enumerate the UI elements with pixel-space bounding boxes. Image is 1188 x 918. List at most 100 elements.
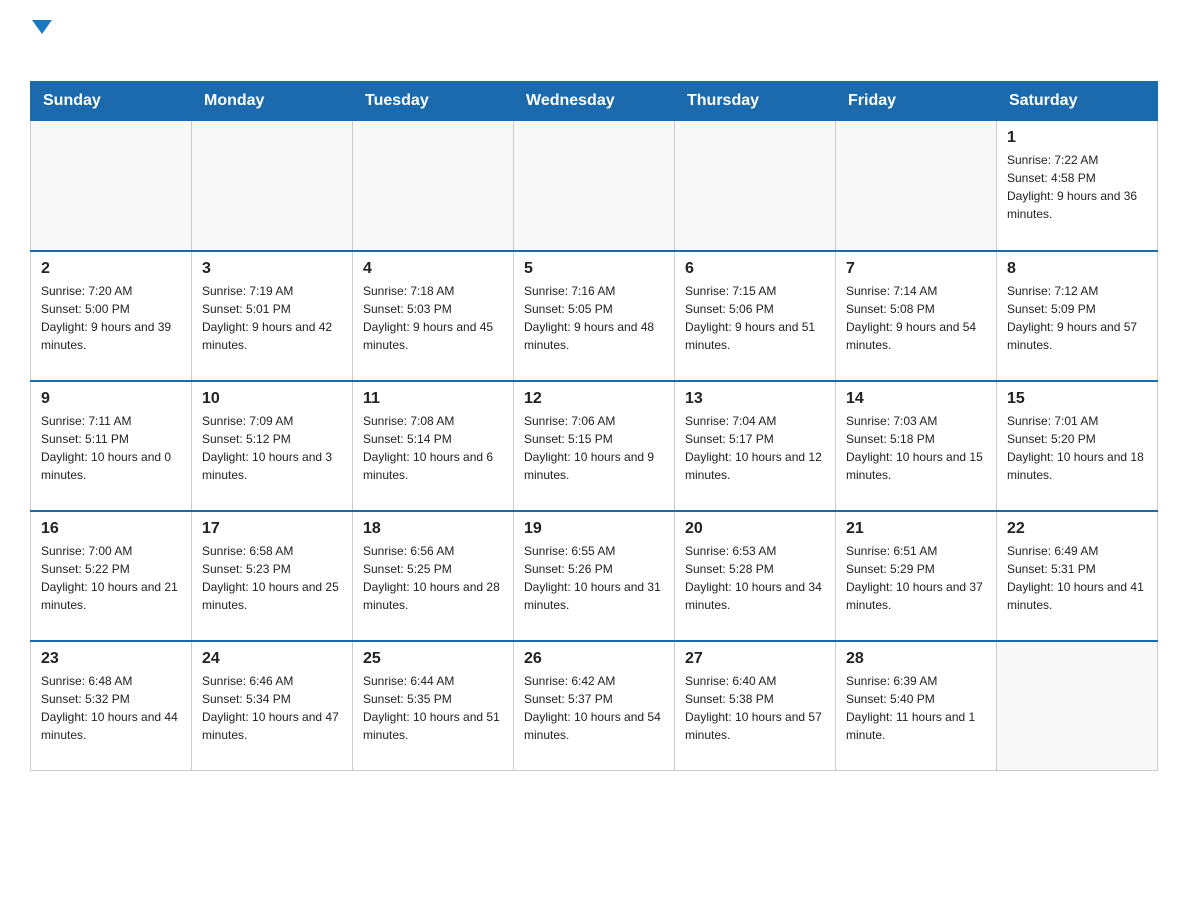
calendar-day-cell xyxy=(31,121,192,251)
day-info: Sunrise: 7:04 AM Sunset: 5:17 PM Dayligh… xyxy=(685,412,825,484)
day-info: Sunrise: 7:16 AM Sunset: 5:05 PM Dayligh… xyxy=(524,282,664,354)
day-info: Sunrise: 6:53 AM Sunset: 5:28 PM Dayligh… xyxy=(685,542,825,614)
day-number: 26 xyxy=(524,650,664,668)
day-number: 19 xyxy=(524,520,664,538)
day-number: 22 xyxy=(1007,520,1147,538)
day-number: 2 xyxy=(41,260,181,278)
calendar-day-cell xyxy=(836,121,997,251)
column-header-sunday: Sunday xyxy=(31,82,192,121)
day-info: Sunrise: 7:11 AM Sunset: 5:11 PM Dayligh… xyxy=(41,412,181,484)
column-header-tuesday: Tuesday xyxy=(353,82,514,121)
day-info: Sunrise: 6:58 AM Sunset: 5:23 PM Dayligh… xyxy=(202,542,342,614)
day-info: Sunrise: 7:19 AM Sunset: 5:01 PM Dayligh… xyxy=(202,282,342,354)
day-number: 3 xyxy=(202,260,342,278)
day-number: 4 xyxy=(363,260,503,278)
calendar-day-cell: 19 Sunrise: 6:55 AM Sunset: 5:26 PM Dayli… xyxy=(514,511,675,641)
calendar-week-row: 2 Sunrise: 7:20 AM Sunset: 5:00 PM Daylig… xyxy=(31,251,1158,381)
day-number: 11 xyxy=(363,390,503,408)
day-info: Sunrise: 7:14 AM Sunset: 5:08 PM Dayligh… xyxy=(846,282,986,354)
logo-arrow-icon xyxy=(32,20,52,34)
calendar-day-cell: 14Sunrise: 7:03 AM Sunset: 5:18 PM Dayli… xyxy=(836,381,997,511)
calendar-day-cell: 8 Sunrise: 7:12 AM Sunset: 5:09 PM Daylig… xyxy=(997,251,1158,381)
day-info: Sunrise: 7:20 AM Sunset: 5:00 PM Dayligh… xyxy=(41,282,181,354)
calendar-day-cell: 26 Sunrise: 6:42 AM Sunset: 5:37 PM Dayli… xyxy=(514,641,675,771)
day-number: 17 xyxy=(202,520,342,538)
day-number: 21 xyxy=(846,520,986,538)
day-number: 10 xyxy=(202,390,342,408)
day-number: 7 xyxy=(846,260,986,278)
calendar-week-row: 9 Sunrise: 7:11 AM Sunset: 5:11 PM Daylig… xyxy=(31,381,1158,511)
day-number: 1 xyxy=(1007,129,1147,147)
calendar-day-cell: 6 Sunrise: 7:15 AM Sunset: 5:06 PM Daylig… xyxy=(675,251,836,381)
calendar-day-cell: 23 Sunrise: 6:48 AM Sunset: 5:32 PM Dayli… xyxy=(31,641,192,771)
day-number: 23 xyxy=(41,650,181,668)
day-number: 28 xyxy=(846,650,986,668)
page-header xyxy=(30,20,1158,61)
calendar-day-cell xyxy=(675,121,836,251)
logo-general xyxy=(30,20,52,34)
day-info: Sunrise: 6:48 AM Sunset: 5:32 PM Dayligh… xyxy=(41,672,181,744)
calendar-week-row: 1Sunrise: 7:22 AM Sunset: 4:58 PM Daylig… xyxy=(31,121,1158,251)
calendar-day-cell: 9 Sunrise: 7:11 AM Sunset: 5:11 PM Daylig… xyxy=(31,381,192,511)
day-number: 8 xyxy=(1007,260,1147,278)
calendar-day-cell: 10 Sunrise: 7:09 AM Sunset: 5:12 PM Dayli… xyxy=(192,381,353,511)
calendar-day-cell: 20 Sunrise: 6:53 AM Sunset: 5:28 PM Dayli… xyxy=(675,511,836,641)
day-info: Sunrise: 7:12 AM Sunset: 5:09 PM Dayligh… xyxy=(1007,282,1147,354)
calendar-day-cell: 25 Sunrise: 6:44 AM Sunset: 5:35 PM Dayli… xyxy=(353,641,514,771)
calendar-day-cell: 27 Sunrise: 6:40 AM Sunset: 5:38 PM Dayli… xyxy=(675,641,836,771)
calendar-header-row: SundayMondayTuesdayWednesdayThursdayFrid… xyxy=(31,82,1158,121)
day-info: Sunrise: 6:44 AM Sunset: 5:35 PM Dayligh… xyxy=(363,672,503,744)
calendar-day-cell xyxy=(514,121,675,251)
day-number: 14 xyxy=(846,390,986,408)
day-info: Sunrise: 6:40 AM Sunset: 5:38 PM Dayligh… xyxy=(685,672,825,744)
column-header-saturday: Saturday xyxy=(997,82,1158,121)
calendar-day-cell: 28Sunrise: 6:39 AM Sunset: 5:40 PM Dayli… xyxy=(836,641,997,771)
day-info: Sunrise: 6:46 AM Sunset: 5:34 PM Dayligh… xyxy=(202,672,342,744)
day-info: Sunrise: 6:55 AM Sunset: 5:26 PM Dayligh… xyxy=(524,542,664,614)
calendar-day-cell: 22 Sunrise: 6:49 AM Sunset: 5:31 PM Dayli… xyxy=(997,511,1158,641)
calendar-day-cell xyxy=(192,121,353,251)
day-number: 6 xyxy=(685,260,825,278)
calendar-day-cell: 12 Sunrise: 7:06 AM Sunset: 5:15 PM Dayli… xyxy=(514,381,675,511)
column-header-wednesday: Wednesday xyxy=(514,82,675,121)
calendar-day-cell: 7 Sunrise: 7:14 AM Sunset: 5:08 PM Daylig… xyxy=(836,251,997,381)
day-info: Sunrise: 6:51 AM Sunset: 5:29 PM Dayligh… xyxy=(846,542,986,614)
day-number: 5 xyxy=(524,260,664,278)
calendar-day-cell: 2 Sunrise: 7:20 AM Sunset: 5:00 PM Daylig… xyxy=(31,251,192,381)
day-number: 12 xyxy=(524,390,664,408)
day-info: Sunrise: 7:15 AM Sunset: 5:06 PM Dayligh… xyxy=(685,282,825,354)
day-number: 25 xyxy=(363,650,503,668)
calendar-day-cell: 3 Sunrise: 7:19 AM Sunset: 5:01 PM Daylig… xyxy=(192,251,353,381)
calendar-day-cell xyxy=(353,121,514,251)
calendar-day-cell: 4 Sunrise: 7:18 AM Sunset: 5:03 PM Daylig… xyxy=(353,251,514,381)
day-number: 15 xyxy=(1007,390,1147,408)
calendar-day-cell: 17 Sunrise: 6:58 AM Sunset: 5:23 PM Dayli… xyxy=(192,511,353,641)
calendar-day-cell: 16 Sunrise: 7:00 AM Sunset: 5:22 PM Dayli… xyxy=(31,511,192,641)
calendar-day-cell: 15 Sunrise: 7:01 AM Sunset: 5:20 PM Dayli… xyxy=(997,381,1158,511)
calendar-day-cell: 13 Sunrise: 7:04 AM Sunset: 5:17 PM Dayli… xyxy=(675,381,836,511)
day-info: Sunrise: 7:09 AM Sunset: 5:12 PM Dayligh… xyxy=(202,412,342,484)
calendar-week-row: 23 Sunrise: 6:48 AM Sunset: 5:32 PM Dayli… xyxy=(31,641,1158,771)
day-info: Sunrise: 7:18 AM Sunset: 5:03 PM Dayligh… xyxy=(363,282,503,354)
day-number: 20 xyxy=(685,520,825,538)
calendar-day-cell: 21 Sunrise: 6:51 AM Sunset: 5:29 PM Dayli… xyxy=(836,511,997,641)
column-header-friday: Friday xyxy=(836,82,997,121)
day-number: 9 xyxy=(41,390,181,408)
day-number: 18 xyxy=(363,520,503,538)
calendar-day-cell: 1Sunrise: 7:22 AM Sunset: 4:58 PM Daylig… xyxy=(997,121,1158,251)
calendar-day-cell: 24Sunrise: 6:46 AM Sunset: 5:34 PM Dayli… xyxy=(192,641,353,771)
calendar-table: SundayMondayTuesdayWednesdayThursdayFrid… xyxy=(30,81,1158,771)
day-info: Sunrise: 7:08 AM Sunset: 5:14 PM Dayligh… xyxy=(363,412,503,484)
calendar-day-cell: 11 Sunrise: 7:08 AM Sunset: 5:14 PM Dayli… xyxy=(353,381,514,511)
day-info: Sunrise: 6:49 AM Sunset: 5:31 PM Dayligh… xyxy=(1007,542,1147,614)
day-info: Sunrise: 7:01 AM Sunset: 5:20 PM Dayligh… xyxy=(1007,412,1147,484)
day-number: 27 xyxy=(685,650,825,668)
day-info: Sunrise: 7:06 AM Sunset: 5:15 PM Dayligh… xyxy=(524,412,664,484)
day-info: Sunrise: 7:00 AM Sunset: 5:22 PM Dayligh… xyxy=(41,542,181,614)
column-header-thursday: Thursday xyxy=(675,82,836,121)
day-info: Sunrise: 6:56 AM Sunset: 5:25 PM Dayligh… xyxy=(363,542,503,614)
day-info: Sunrise: 6:42 AM Sunset: 5:37 PM Dayligh… xyxy=(524,672,664,744)
calendar-day-cell xyxy=(997,641,1158,771)
day-number: 16 xyxy=(41,520,181,538)
day-number: 13 xyxy=(685,390,825,408)
